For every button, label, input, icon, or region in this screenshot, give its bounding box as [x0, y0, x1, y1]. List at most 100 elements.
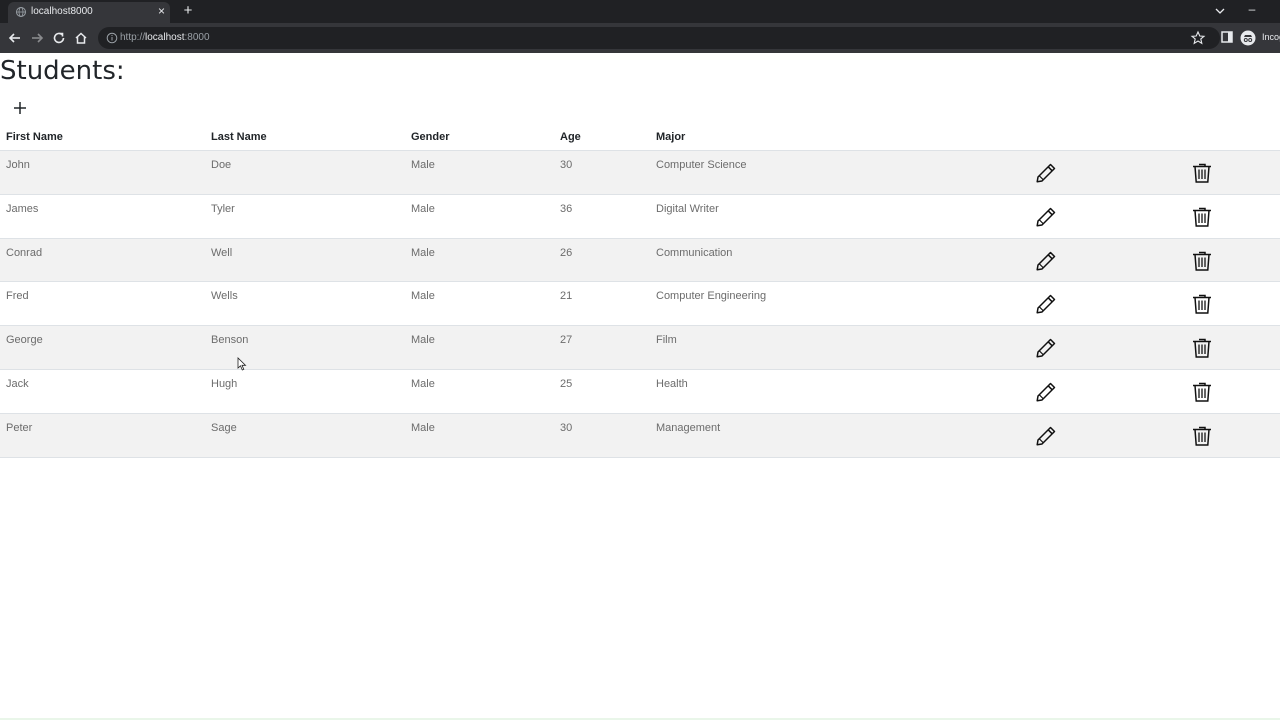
minimize-button[interactable]: –: [1244, 2, 1260, 18]
cell-first-name: Peter: [6, 421, 33, 434]
cell-age: 25: [560, 377, 573, 390]
cell-gender: Male: [411, 246, 435, 259]
reload-icon[interactable]: [51, 30, 67, 46]
cell-major: Communication: [656, 246, 733, 259]
cell-first-name: Fred: [6, 290, 29, 303]
forward-arrow-icon[interactable]: [29, 30, 45, 46]
cell-last-name: Hugh: [211, 377, 238, 390]
table-row: James Tyler Male 36 Digital Writer: [0, 195, 1280, 239]
table-body: John Doe Male 30 Computer Science James Tyler M…: [0, 151, 1280, 458]
cell-first-name: Conrad: [6, 246, 43, 259]
edit-student-button[interactable]: [1034, 292, 1058, 316]
cell-gender: Male: [411, 421, 435, 434]
url-host: localhost: [145, 32, 185, 43]
delete-student-button[interactable]: [1190, 380, 1214, 404]
add-student-button[interactable]: [10, 98, 30, 118]
cell-age: 30: [560, 159, 573, 171]
url-port: :8000: [184, 32, 210, 43]
globe-icon: [16, 7, 26, 17]
trash-icon: [1193, 251, 1211, 271]
incognito-profile-button[interactable]: Incog: [1240, 28, 1280, 48]
browser-tab[interactable]: localhost8000 ×: [8, 2, 170, 23]
table-row: Jack Hugh Male 25 Health: [0, 370, 1280, 414]
pencil-icon: [1036, 207, 1056, 227]
cell-gender: Male: [411, 290, 435, 303]
url-text: http://localhost:8000: [120, 32, 210, 43]
cell-gender: Male: [411, 334, 435, 347]
url-scheme: http://: [120, 32, 146, 43]
pencil-icon: [1036, 251, 1056, 271]
edit-student-button[interactable]: [1034, 424, 1058, 448]
browser-tab-strip: localhost8000 × + –: [0, 0, 1280, 23]
tab-title: localhost8000: [31, 6, 93, 17]
chevron-down-icon[interactable]: [1212, 3, 1228, 19]
browser-toolbar: http://localhost:8000 Incog: [0, 23, 1280, 53]
page-title: Students:: [0, 56, 125, 86]
delete-student-button[interactable]: [1190, 249, 1214, 273]
pencil-icon: [1036, 295, 1056, 314]
pencil-icon: [1036, 338, 1056, 358]
trash-icon: [1193, 382, 1211, 402]
new-tab-button[interactable]: +: [180, 2, 196, 20]
trash-icon: [1193, 163, 1211, 183]
trash-icon: [1193, 338, 1211, 358]
cell-major: Health: [656, 377, 688, 390]
cell-major: Computer Engineering: [656, 290, 767, 303]
page-content: Students: First Name Last Name Gender Ag…: [0, 53, 1280, 720]
cell-gender: Male: [411, 202, 435, 215]
table-row: John Doe Male 30 Computer Science: [0, 151, 1280, 195]
address-bar[interactable]: http://localhost:8000: [98, 27, 1220, 49]
incognito-label: Incog: [1262, 32, 1280, 42]
table-row: Fred Wells Male 21 Computer Engineering: [0, 282, 1280, 327]
plus-icon: [14, 102, 26, 114]
info-icon[interactable]: [106, 32, 118, 44]
cell-age: 30: [560, 421, 573, 434]
table-header: First Name Last Name Gender Age Major: [0, 125, 1280, 151]
cell-first-name: John: [6, 159, 30, 171]
edit-student-button[interactable]: [1034, 336, 1058, 360]
back-arrow-icon[interactable]: [7, 30, 23, 46]
cell-gender: Male: [411, 377, 435, 390]
edit-student-button[interactable]: [1034, 161, 1058, 185]
cell-age: 21: [560, 290, 573, 303]
header-first-name: First Name: [6, 131, 63, 143]
pencil-icon: [1036, 426, 1056, 446]
trash-icon: [1193, 426, 1211, 446]
cell-last-name: Well: [211, 246, 233, 259]
cell-age: 27: [560, 334, 573, 347]
cell-last-name: Wells: [211, 290, 238, 303]
home-icon[interactable]: [73, 30, 89, 46]
header-gender: Gender: [411, 131, 450, 143]
cell-first-name: Jack: [6, 377, 29, 390]
delete-student-button[interactable]: [1190, 424, 1214, 448]
cell-first-name: James: [6, 202, 39, 215]
edit-student-button[interactable]: [1034, 205, 1058, 229]
delete-student-button[interactable]: [1190, 161, 1214, 185]
cell-major: Computer Science: [656, 159, 747, 171]
side-panel-icon[interactable]: [1220, 30, 1234, 44]
table-row: George Benson Male 27 Film: [0, 326, 1280, 370]
cell-age: 26: [560, 246, 573, 259]
close-tab-icon[interactable]: ×: [158, 4, 165, 18]
cell-major: Digital Writer: [656, 202, 719, 215]
trash-icon: [1193, 295, 1211, 315]
header-age: Age: [560, 131, 581, 143]
cell-gender: Male: [411, 159, 435, 171]
edit-student-button[interactable]: [1034, 249, 1058, 273]
cell-last-name: Doe: [211, 159, 232, 171]
cell-major: Management: [656, 421, 721, 434]
mouse-cursor-icon: [237, 357, 247, 371]
edit-student-button[interactable]: [1034, 380, 1058, 404]
cell-major: Film: [656, 334, 677, 347]
cell-last-name: Benson: [211, 334, 249, 347]
cell-age: 36: [560, 202, 573, 215]
cell-first-name: George: [6, 334, 43, 347]
delete-student-button[interactable]: [1190, 205, 1214, 229]
delete-student-button[interactable]: [1190, 336, 1214, 360]
pencil-icon: [1036, 382, 1056, 402]
table-row: Peter Sage Male 30 Management: [0, 413, 1280, 458]
delete-student-button[interactable]: [1190, 292, 1214, 316]
table-row: Conrad Well Male 26 Communication: [0, 238, 1280, 283]
trash-icon: [1193, 207, 1211, 227]
bookmark-star-icon[interactable]: [1190, 30, 1206, 46]
